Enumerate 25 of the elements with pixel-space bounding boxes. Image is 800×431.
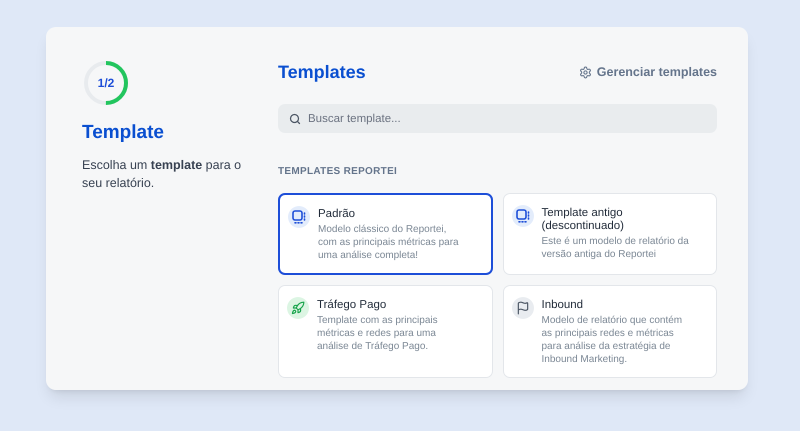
template-description: Modelo clássico do Reportei, com as principais métricas para uma análise completa!: [318, 223, 460, 262]
sidebar-description: Escolha um template para o seu relatório.: [82, 156, 242, 192]
template-card[interactable]: Padrão Modelo clássico do Reportei, com as principais métricas para uma análise completa!: [278, 193, 492, 275]
template-description: Template com as principais métricas e redes para uma análise de Tráfego Pago.: [317, 314, 439, 353]
template-card[interactable]: Template antigo (descontinuado) Este é um modelo de relatório da versão antiga do Reportei: [502, 193, 717, 275]
step-counter: 1/2: [96, 75, 116, 92]
rocket-icon: [291, 301, 305, 315]
manage-templates-link[interactable]: Gerenciar templates: [578, 63, 717, 82]
section-heading: TEMPLATES REPORTEI: [278, 165, 398, 179]
settings-icon: [578, 66, 592, 79]
sidebar-title: Template: [82, 121, 166, 145]
template-title: Tráfego Pago: [317, 299, 388, 312]
search-icon: [289, 113, 301, 125]
flag-icon: [516, 301, 530, 315]
template-title: Inbound: [542, 299, 584, 312]
template-description: Modelo de relatório que contém as principais redes e métricas para análise da estratégia de Inbound Marketing.: [542, 314, 684, 366]
layout-icon: [516, 209, 530, 223]
template-title: Template antigo (descontinuado): [542, 207, 625, 233]
page-title: Templates: [278, 61, 366, 84]
template-card[interactable]: Tráfego Pago Template com as principais métricas e redes para uma análise de Tráfego Pago.: [278, 285, 492, 378]
template-card[interactable]: Inbound Modelo de relatório que contém as principais redes e métricas para análise da estratégia de Inbound Marketing.: [502, 285, 717, 378]
search-field[interactable]: Buscar template...: [278, 104, 717, 133]
template-description: Este é um modelo de relatório da versão antiga do Reportei: [542, 235, 690, 261]
template-title: Padrão: [318, 208, 356, 221]
layout-icon: [292, 210, 306, 224]
